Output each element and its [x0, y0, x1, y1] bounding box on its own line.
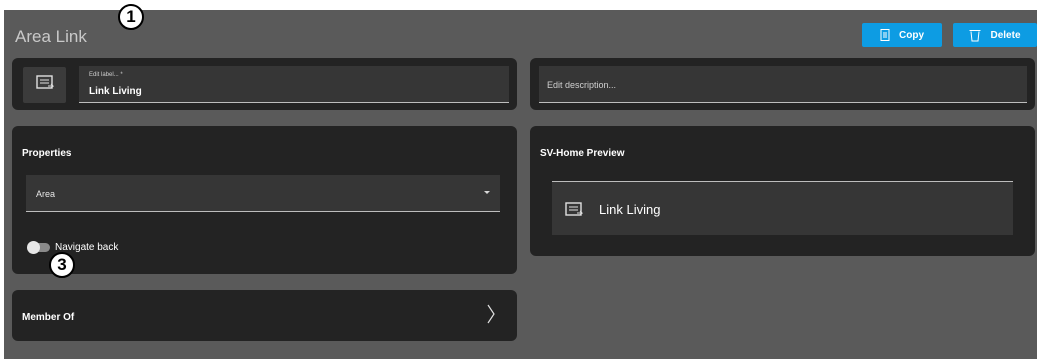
trash-icon — [969, 29, 981, 42]
label-card: Edit label... * Link Living — [12, 58, 517, 110]
copy-icon — [880, 29, 890, 41]
description-card: Edit description... — [530, 58, 1035, 110]
copy-button[interactable]: Copy — [862, 23, 942, 47]
chevron-right-icon[interactable] — [487, 304, 495, 329]
member-of-card[interactable]: Member Of — [12, 290, 517, 341]
app-window: Area Link Copy Delete Edit label... * Li… — [4, 10, 1037, 359]
properties-title: Properties — [22, 148, 72, 159]
properties-card: Properties Area Navigate back — [12, 126, 517, 274]
label-field-caption: Edit label... * — [89, 72, 123, 78]
area-link-icon — [35, 74, 54, 96]
toggle-knob[interactable] — [27, 241, 40, 254]
annotation-badge-1: 1 — [118, 4, 144, 30]
preview-title: SV-Home Preview — [540, 148, 625, 159]
caret-down-icon — [484, 191, 490, 194]
preview-card: SV-Home Preview Link Living — [530, 126, 1035, 256]
preview-item-label: Link Living — [599, 202, 661, 217]
area-select[interactable]: Area — [26, 175, 500, 212]
annotation-badge-3: 3 — [49, 252, 75, 278]
label-field[interactable]: Edit label... * Link Living — [79, 66, 509, 103]
area-select-value: Area — [36, 189, 56, 199]
navigate-back-toggle[interactable] — [27, 241, 50, 254]
delete-button[interactable]: Delete — [953, 23, 1037, 47]
icon-picker[interactable] — [23, 67, 66, 103]
page-title: Area Link — [15, 27, 87, 46]
label-field-value: Link Living — [89, 86, 142, 97]
copy-button-label: Copy — [899, 29, 924, 41]
description-field[interactable]: Edit description... — [539, 66, 1027, 103]
description-placeholder: Edit description... — [547, 80, 617, 90]
delete-button-label: Delete — [990, 29, 1021, 41]
member-of-title: Member Of — [22, 312, 75, 323]
area-link-icon — [565, 202, 584, 223]
preview-item: Link Living — [552, 181, 1013, 235]
